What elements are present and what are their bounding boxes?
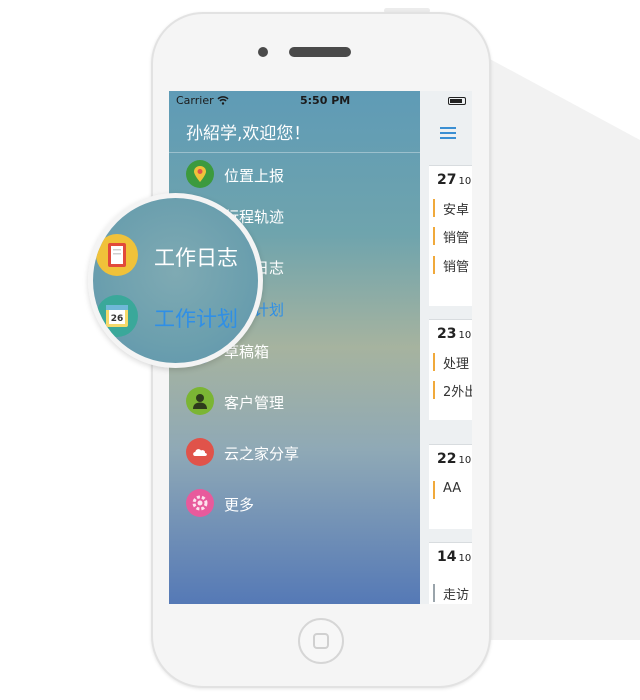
card-date: 22 10: [437, 451, 472, 467]
card-date: 14 10: [437, 549, 472, 565]
cloud-icon: [186, 438, 214, 466]
plan-card[interactable]: 22 10 AA: [429, 444, 472, 529]
card-entry: 销管: [433, 256, 469, 275]
home-button[interactable]: [298, 618, 344, 664]
card-entry: 处理: [433, 353, 469, 372]
magnifier-lens: 工作日志 26 工作计划: [88, 193, 263, 368]
welcome-text: 孙紹学,欢迎您！: [186, 124, 311, 144]
plan-list-panel: 27 10 安卓 销管 销管 23 10 处理 2外出 22 10 AA 14 10 走…: [420, 91, 472, 604]
earpiece-speaker: [289, 47, 351, 57]
carrier-label: Carrier: [176, 94, 214, 107]
calendar-number: 26: [111, 314, 124, 324]
home-square-icon: [313, 633, 329, 649]
menu-item-label: 位置上报: [224, 167, 285, 185]
status-time: 5:50 PM: [300, 94, 351, 107]
menu-item-label: 客户管理: [224, 394, 285, 412]
menu-item-label: 云之家分享: [224, 445, 300, 463]
card-entry: 2外出: [433, 381, 472, 400]
magnified-work-log: 工作日志: [96, 234, 258, 278]
magnified-label: 工作日志: [154, 246, 238, 270]
menu-item-customer-management[interactable]: 客户管理: [186, 387, 406, 417]
wifi-icon: [217, 96, 229, 105]
person-icon: [186, 387, 214, 415]
card-entry: 安卓: [433, 199, 469, 218]
card-entry: 走访: [433, 584, 469, 603]
magnified-work-plan: 26 工作计划: [96, 295, 258, 339]
card-date: 23 10: [437, 326, 472, 342]
card-entry: AA: [433, 481, 461, 499]
calendar-icon: 26: [96, 295, 138, 337]
battery-icon: [448, 97, 466, 105]
card-date: 27 10: [437, 172, 472, 188]
plan-card[interactable]: 27 10 安卓 销管 销管: [429, 165, 472, 306]
status-bar: Carrier 5:50 PM: [169, 91, 472, 111]
magnified-label: 工作计划: [154, 307, 238, 331]
card-entry: 销管: [433, 227, 469, 246]
menu-item-more[interactable]: 更多: [186, 489, 406, 519]
menu-item-label: 更多: [224, 496, 255, 514]
hamburger-menu-icon[interactable]: [440, 127, 456, 139]
journal-icon: [96, 234, 138, 276]
gear-icon: [186, 489, 214, 517]
header-divider: [169, 152, 420, 153]
front-camera: [258, 47, 268, 57]
plan-card[interactable]: 23 10 处理 2外出: [429, 319, 472, 420]
plan-card[interactable]: 14 10 走访: [429, 542, 472, 604]
menu-item-cloud-share[interactable]: 云之家分享: [186, 438, 406, 468]
location-pin-icon: [186, 160, 214, 188]
menu-item-location-report[interactable]: 位置上报: [186, 160, 406, 190]
